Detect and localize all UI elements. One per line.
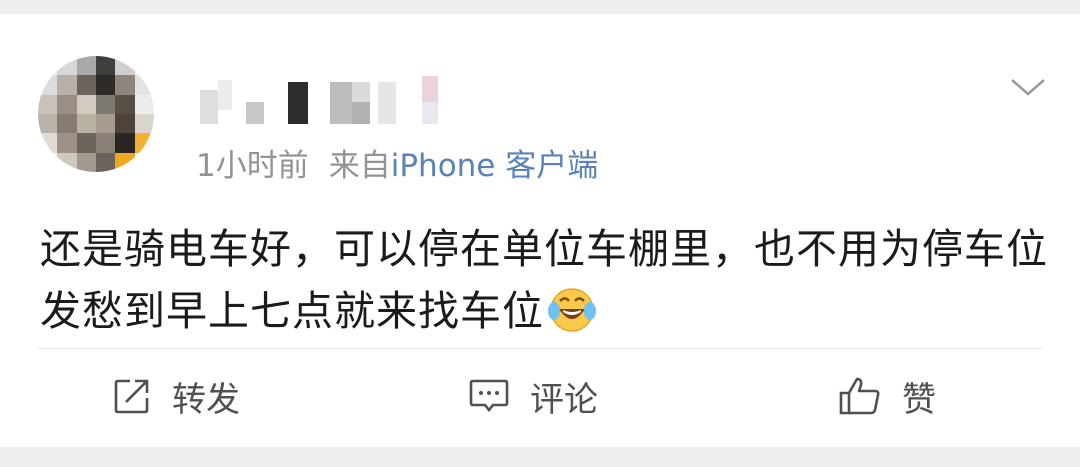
post-meta: 1小时前 来自iPhone 客户端 (196, 146, 598, 186)
post-body: 还是骑电车好，可以停在单位车棚里，也不用为停车位发愁到早上七点就来找车位 (40, 218, 1050, 342)
weibo-post-card: 1小时前 来自iPhone 客户端 还是骑电车好，可以停在单位车棚里，也不用为停车… (0, 14, 1080, 447)
like-button[interactable]: 赞 (838, 370, 936, 422)
post-time: 1小时前 (196, 148, 309, 184)
like-label: 赞 (902, 379, 936, 420)
divider (38, 348, 1042, 349)
bottom-separator (0, 447, 1080, 467)
thumbs-up-icon (839, 377, 880, 415)
chevron-down-icon[interactable] (1008, 72, 1048, 102)
post-text: 还是骑电车好，可以停在单位车棚里，也不用为停车位发愁到早上七点就来找车位 (40, 225, 1048, 335)
repost-icon (114, 379, 149, 414)
comment-label: 评论 (530, 379, 598, 420)
avatar[interactable] (38, 56, 154, 172)
repost-button[interactable]: 转发 (112, 370, 240, 422)
source-prefix: 来自 (328, 148, 391, 184)
username-redacted[interactable] (196, 76, 456, 126)
comment-button[interactable]: 评论 (468, 370, 598, 422)
source-client-link[interactable]: iPhone 客户端 (391, 148, 599, 184)
laugh-cry-emoji (548, 285, 596, 333)
repost-label: 转发 (172, 379, 240, 420)
comment-icon (469, 379, 509, 413)
